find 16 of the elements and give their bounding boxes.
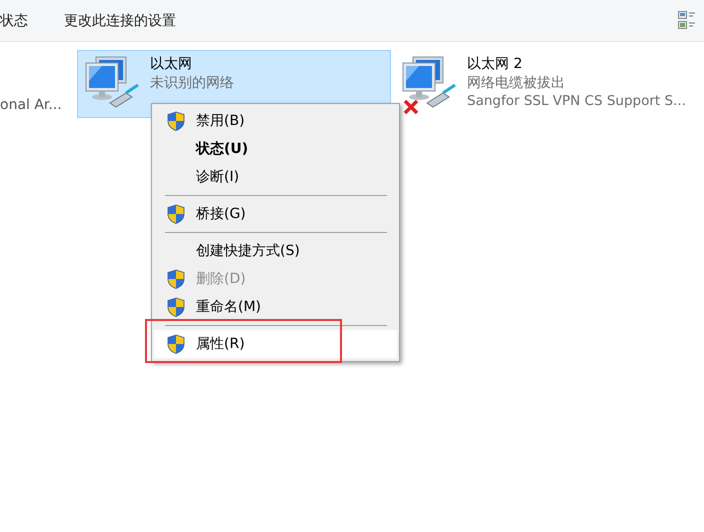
menu-item[interactable]: 状态(U) [154,135,397,163]
menu-item[interactable]: 诊断(I) [154,163,397,191]
menu-item[interactable]: 桥接(G) [154,200,397,228]
network-connection[interactable]: 以太网 2 网络电缆被拔出 Sangfor SSL VPN CS Support S... [394,50,704,118]
connection-name: 以太网 [150,55,193,73]
connection-name: 以太网 2 [467,55,524,73]
connection-device: Sangfor SSL VPN CS Support S... [467,93,686,109]
menu-item[interactable]: 创建快捷方式(S) [154,237,397,265]
toolbar-button[interactable]: 状态 [0,12,28,30]
view-options-icon[interactable] [678,10,696,30]
connection-status: 网络电缆被拔出 [467,74,566,92]
menu-item[interactable]: 重命名(M) [154,293,397,321]
connection-status: 未识别的网络 [150,74,234,92]
menu-item[interactable]: 属性(R) [154,330,397,358]
toolbar-button[interactable]: 更改此连接的设置 [64,12,176,30]
connection-device: onal Ar... [0,97,62,113]
